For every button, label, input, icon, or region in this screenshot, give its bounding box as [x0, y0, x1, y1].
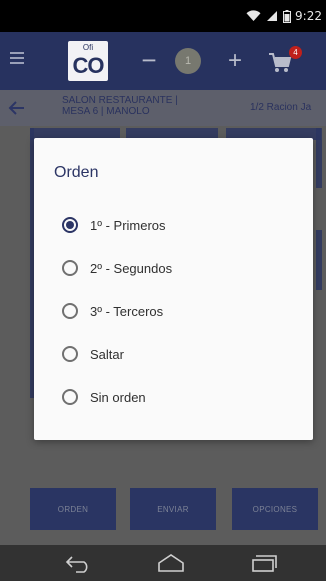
location-title: SALON RESTAURANTE | MESA 6 | MANOLO — [62, 95, 178, 117]
app-bar: Ofi CO − 1 + 4 — [0, 32, 326, 90]
home-nav-icon[interactable] — [156, 553, 186, 573]
enviar-button[interactable]: ENVIAR — [130, 488, 216, 530]
option-sin-orden[interactable]: Sin orden — [62, 385, 146, 409]
wifi-icon — [246, 10, 261, 22]
back-arrow-icon[interactable] — [6, 97, 28, 119]
battery-icon — [283, 9, 292, 23]
logo-text: CO — [72, 53, 105, 78]
dialog-title: Orden — [54, 164, 99, 181]
increase-quantity-button[interactable]: + — [226, 46, 244, 76]
logo-superscript: Ofi — [82, 43, 94, 52]
radio-button[interactable] — [62, 217, 78, 233]
back-nav-icon[interactable] — [64, 553, 94, 573]
option-label: Saltar — [90, 346, 124, 362]
recent-apps-icon[interactable] — [250, 553, 280, 573]
option-primeros[interactable]: 1º - Primeros — [62, 213, 166, 237]
order-dialog: Orden 1º - Primeros 2º - Segundos 3º - T… — [34, 138, 313, 440]
radio-button[interactable] — [62, 389, 78, 405]
option-label: 1º - Primeros — [90, 217, 166, 233]
status-bar: 9:22 — [0, 0, 326, 32]
item-title: 1/2 Racion Ja — [250, 102, 312, 113]
product-tile — [316, 230, 322, 290]
product-tile — [316, 128, 322, 188]
radio-button[interactable] — [62, 260, 78, 276]
status-time: 9:22 — [295, 9, 322, 23]
menu-icon[interactable] — [10, 52, 24, 68]
sub-bar: SALON RESTAURANTE | MESA 6 | MANOLO 1/2 … — [0, 90, 326, 126]
decrease-quantity-button[interactable]: − — [140, 46, 158, 76]
cart-count-badge: 4 — [289, 46, 302, 59]
navigation-bar — [0, 545, 326, 581]
orden-button[interactable]: ORDEN — [30, 488, 116, 530]
option-label: 3º - Terceros — [90, 303, 164, 319]
option-terceros[interactable]: 3º - Terceros — [62, 299, 163, 323]
option-label: 2º - Segundos — [90, 260, 173, 276]
radio-button[interactable] — [62, 346, 78, 362]
signal-icon — [266, 10, 278, 22]
radio-button[interactable] — [62, 303, 78, 319]
quantity-display: 1 — [175, 48, 201, 74]
option-segundos[interactable]: 2º - Segundos — [62, 256, 172, 280]
opciones-button[interactable]: OPCIONES — [232, 488, 318, 530]
app-logo: Ofi CO — [68, 41, 108, 81]
option-saltar[interactable]: Saltar — [62, 342, 124, 366]
option-label: Sin orden — [90, 389, 146, 405]
